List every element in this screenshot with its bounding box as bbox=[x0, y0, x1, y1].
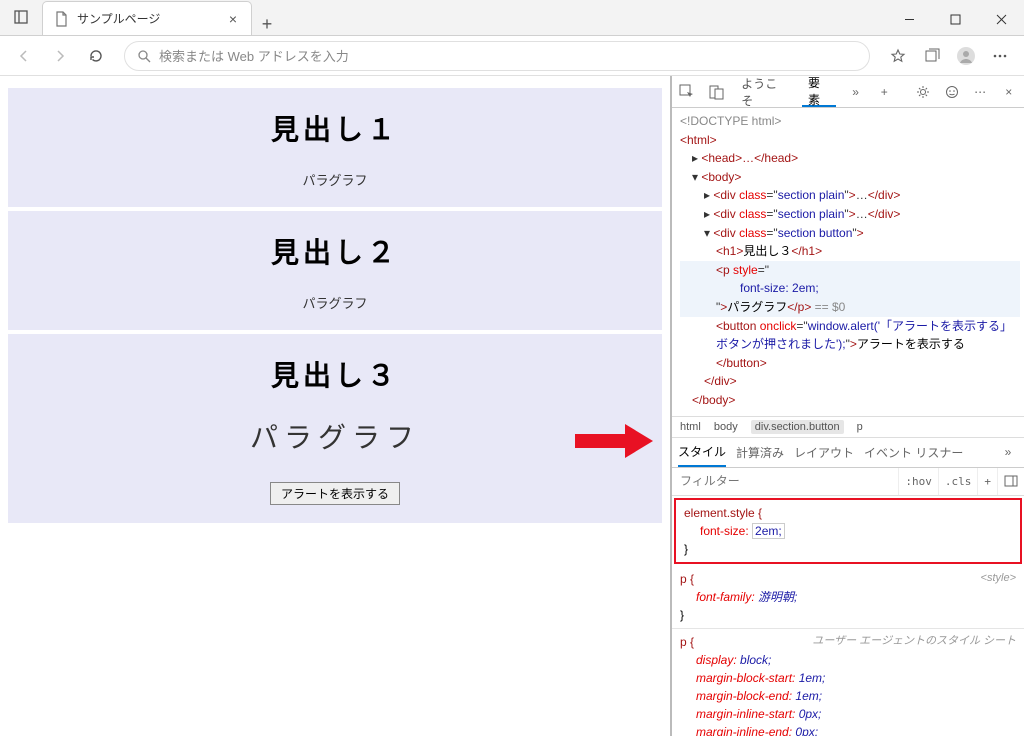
dom-line[interactable]: ▾ <body> bbox=[680, 168, 1020, 187]
breadcrumb[interactable]: html body div.section.button p bbox=[672, 416, 1024, 438]
menu-button[interactable] bbox=[984, 40, 1016, 72]
address-bar[interactable]: 検索または Web アドレスを入力 bbox=[124, 41, 870, 71]
annotation-arrow bbox=[575, 424, 655, 458]
styles-filter: :hov .cls + bbox=[672, 468, 1024, 496]
more-style-tabs-icon[interactable]: » bbox=[998, 442, 1018, 462]
styles-tab-listeners[interactable]: イベント リスナー bbox=[864, 444, 963, 461]
para-2: パラグラフ bbox=[8, 293, 662, 312]
address-placeholder: 検索または Web アドレスを入力 bbox=[159, 46, 349, 65]
devtools-panel: ようこそ 要素 » + ⋯ × <!DOCTYPE html> <html> ▸… bbox=[670, 76, 1024, 736]
section-2: 見出し２ パラグラフ bbox=[8, 211, 662, 330]
new-rule-button[interactable]: + bbox=[977, 468, 997, 495]
settings-icon[interactable] bbox=[914, 82, 933, 102]
back-button[interactable] bbox=[8, 40, 40, 72]
dom-line[interactable]: ▸ <head>…</head> bbox=[680, 149, 1020, 168]
devtools-tab-welcome[interactable]: ようこそ bbox=[735, 76, 792, 107]
section-3: 見出し３ パラグラフ アラートを表示する bbox=[8, 334, 662, 523]
devtools-tabbar: ようこそ 要素 » + ⋯ × bbox=[672, 76, 1024, 108]
para-1: パラグラフ bbox=[8, 170, 662, 189]
styles-tab-styles[interactable]: スタイル bbox=[678, 438, 726, 467]
dom-line[interactable]: <!DOCTYPE html> bbox=[680, 112, 1020, 131]
styles-tabbar: スタイル 計算済み レイアウト イベント リスナー » bbox=[672, 438, 1024, 468]
crumb-html[interactable]: html bbox=[680, 421, 701, 433]
more-tabs-icon[interactable]: » bbox=[846, 82, 865, 102]
page-icon bbox=[53, 11, 69, 27]
devtools-close-icon[interactable]: × bbox=[999, 82, 1018, 102]
window-titlebar: サンプルページ × + bbox=[0, 0, 1024, 36]
add-tab-icon[interactable]: + bbox=[875, 82, 894, 102]
dom-line[interactable]: </body> bbox=[680, 391, 1020, 410]
devtools-menu-icon[interactable]: ⋯ bbox=[971, 82, 990, 102]
dom-line[interactable]: </button> bbox=[680, 354, 1020, 373]
profile-button[interactable] bbox=[950, 40, 982, 72]
dom-style-line[interactable]: font-size: 2em; bbox=[680, 279, 1020, 298]
dom-line[interactable]: ">パラグラフ</p> == $0 bbox=[680, 298, 1020, 317]
heading-1: 見出し１ bbox=[8, 108, 662, 148]
dom-line[interactable]: ▸ <div class="section plain">…</div> bbox=[680, 186, 1020, 205]
sidebar-toggle-icon[interactable] bbox=[997, 468, 1024, 495]
device-icon[interactable] bbox=[707, 82, 726, 102]
window-minimize-button[interactable] bbox=[886, 3, 932, 35]
styles-tab-computed[interactable]: 計算済み bbox=[736, 444, 784, 461]
hov-button[interactable]: :hov bbox=[898, 468, 938, 495]
styles-rules: element.style { font-size: 2em; } <style… bbox=[672, 496, 1024, 736]
feedback-icon[interactable] bbox=[942, 82, 961, 102]
cls-button[interactable]: .cls bbox=[938, 468, 978, 495]
section-1: 見出し１ パラグラフ bbox=[8, 88, 662, 207]
styles-tab-layout[interactable]: レイアウト bbox=[794, 444, 854, 461]
filter-input[interactable] bbox=[672, 474, 898, 488]
devtools-tab-elements[interactable]: 要素 bbox=[802, 76, 836, 107]
heading-3: 見出し３ bbox=[8, 354, 662, 394]
alert-button[interactable]: アラートを表示する bbox=[270, 482, 400, 505]
dom-line[interactable]: <h1>見出し３</h1> bbox=[680, 242, 1020, 261]
new-tab-button[interactable]: + bbox=[252, 14, 282, 35]
crumb-p[interactable]: p bbox=[857, 421, 863, 433]
tab-title: サンプルページ bbox=[77, 10, 217, 27]
dom-line-selected[interactable]: <p style=" bbox=[680, 261, 1020, 280]
window-maximize-button[interactable] bbox=[932, 3, 978, 35]
forward-button[interactable] bbox=[44, 40, 76, 72]
dom-line[interactable]: ▾ <div class="section button"> bbox=[680, 224, 1020, 243]
crumb-body[interactable]: body bbox=[714, 421, 738, 433]
rule-p-ua[interactable]: ユーザー エージェントのスタイル シート p { display: block;… bbox=[672, 629, 1024, 736]
page-content: 見出し１ パラグラフ 見出し２ パラグラフ 見出し３ パラグラフ アラートを表示… bbox=[0, 76, 670, 736]
rule-element-style[interactable]: element.style { font-size: 2em; } bbox=[674, 498, 1022, 564]
heading-2: 見出し２ bbox=[8, 231, 662, 271]
crumb-div[interactable]: div.section.button bbox=[751, 420, 844, 434]
browser-toolbar: 検索または Web アドレスを入力 bbox=[0, 36, 1024, 76]
tab-actions-icon[interactable] bbox=[0, 0, 42, 35]
dom-tree[interactable]: <!DOCTYPE html> <html> ▸ <head>…</head> … bbox=[672, 108, 1024, 416]
browser-tab[interactable]: サンプルページ × bbox=[42, 1, 252, 35]
tab-close-icon[interactable]: × bbox=[225, 11, 241, 27]
collections-button[interactable] bbox=[916, 40, 948, 72]
dom-line[interactable]: <button onclick="window.alert('「アラートを表示す… bbox=[680, 317, 1020, 354]
rule-p-style[interactable]: <style> p { font-family: 游明朝; } bbox=[672, 566, 1024, 629]
dom-line[interactable]: ▸ <div class="section plain">…</div> bbox=[680, 205, 1020, 224]
search-icon bbox=[137, 49, 151, 63]
window-close-button[interactable] bbox=[978, 3, 1024, 35]
dom-line[interactable]: <html> bbox=[680, 131, 1020, 150]
para-3: パラグラフ bbox=[8, 416, 662, 456]
inspect-icon[interactable] bbox=[678, 82, 697, 102]
reload-button[interactable] bbox=[80, 40, 112, 72]
favorites-button[interactable] bbox=[882, 40, 914, 72]
dom-line[interactable]: </div> bbox=[680, 372, 1020, 391]
